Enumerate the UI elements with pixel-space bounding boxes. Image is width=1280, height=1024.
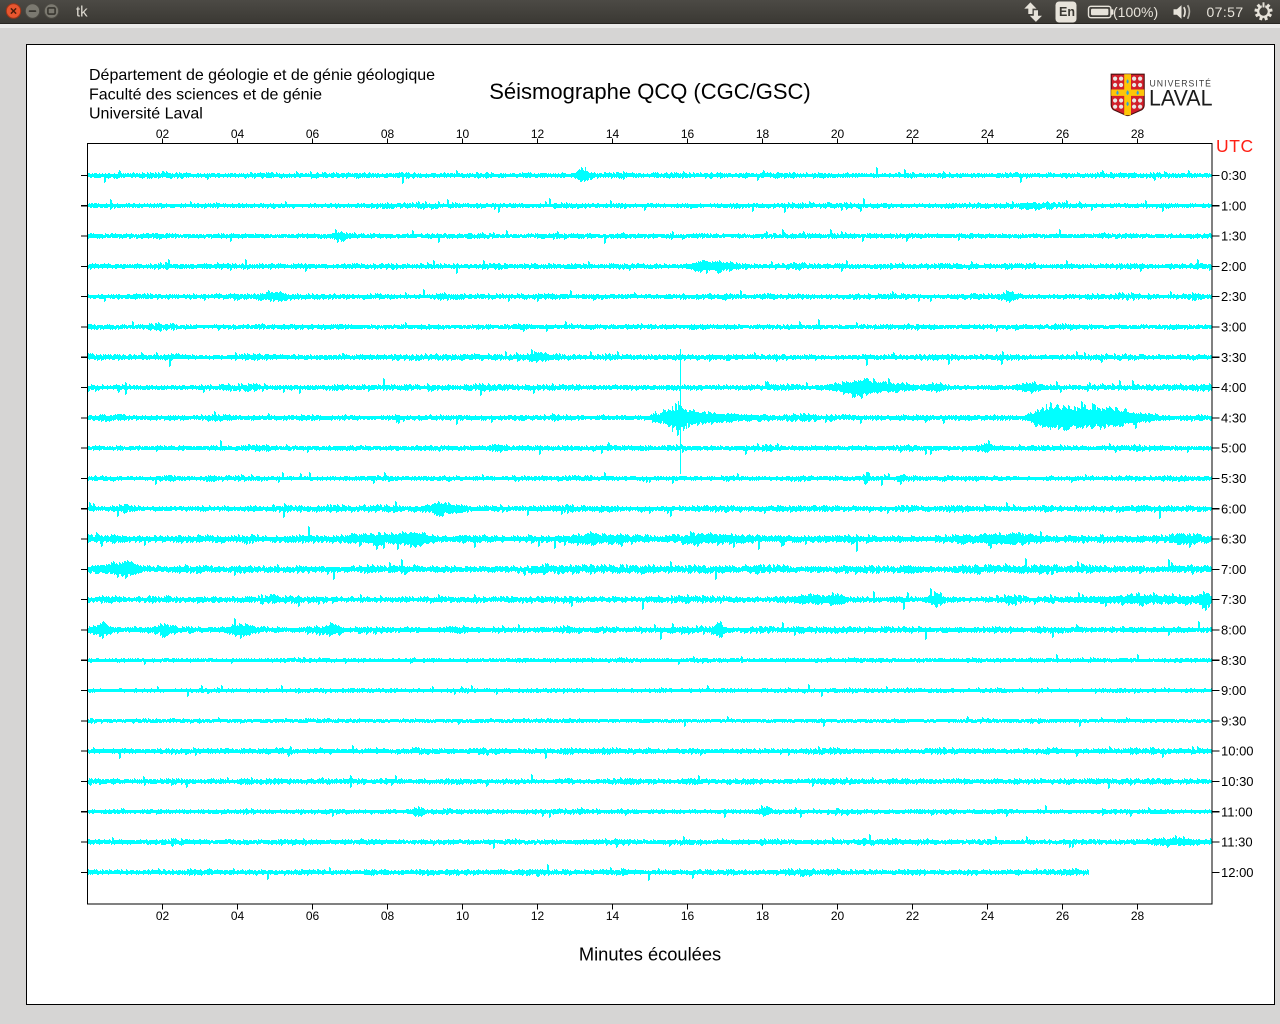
svg-text:26: 26 <box>1056 909 1070 923</box>
svg-text:Université Laval: Université Laval <box>89 106 203 123</box>
svg-text:Faculté des sciences et de gén: Faculté des sciences et de génie <box>89 87 322 104</box>
svg-text:28: 28 <box>1131 127 1145 141</box>
svg-text:3:00: 3:00 <box>1221 320 1246 335</box>
svg-text:12: 12 <box>531 127 545 141</box>
svg-text:16: 16 <box>681 127 695 141</box>
svg-text:4:30: 4:30 <box>1221 410 1246 425</box>
svg-text:12: 12 <box>531 909 545 923</box>
svg-text:8:00: 8:00 <box>1221 623 1246 638</box>
svg-text:04: 04 <box>231 127 245 141</box>
svg-text:10: 10 <box>456 909 470 923</box>
svg-text:2:00: 2:00 <box>1221 259 1246 274</box>
svg-text:6:00: 6:00 <box>1221 501 1246 516</box>
svg-text:2:30: 2:30 <box>1221 289 1246 304</box>
svg-text:02: 02 <box>156 909 170 923</box>
svg-text:24: 24 <box>981 127 995 141</box>
svg-text:14: 14 <box>606 127 620 141</box>
svg-text:20: 20 <box>831 909 845 923</box>
svg-text:Minutes écoulées: Minutes écoulées <box>579 943 721 964</box>
svg-text:12:00: 12:00 <box>1221 865 1254 880</box>
svg-text:08: 08 <box>381 127 395 141</box>
svg-text:22: 22 <box>906 909 920 923</box>
svg-text:8:30: 8:30 <box>1221 653 1246 668</box>
svg-text:LAVAL: LAVAL <box>1149 86 1213 111</box>
svg-text:7:00: 7:00 <box>1221 562 1246 577</box>
svg-text:1:30: 1:30 <box>1221 229 1246 244</box>
svg-text:18: 18 <box>756 909 770 923</box>
svg-text:9:30: 9:30 <box>1221 713 1246 728</box>
svg-text:08: 08 <box>381 909 395 923</box>
svg-text:7:30: 7:30 <box>1221 592 1246 607</box>
svg-text:14: 14 <box>606 909 620 923</box>
svg-text:06: 06 <box>306 909 320 923</box>
svg-text:10: 10 <box>456 127 470 141</box>
svg-text:10:00: 10:00 <box>1221 744 1254 759</box>
svg-text:4:00: 4:00 <box>1221 380 1246 395</box>
svg-text:5:30: 5:30 <box>1221 471 1246 486</box>
svg-text:6:30: 6:30 <box>1221 532 1246 547</box>
svg-text:28: 28 <box>1131 909 1145 923</box>
svg-text:0:30: 0:30 <box>1221 168 1246 183</box>
svg-text:18: 18 <box>756 127 770 141</box>
svg-text:9:00: 9:00 <box>1221 683 1246 698</box>
svg-text:1:00: 1:00 <box>1221 198 1246 213</box>
svg-text:UTC: UTC <box>1216 136 1254 156</box>
svg-text:04: 04 <box>231 909 245 923</box>
svg-text:11:00: 11:00 <box>1221 804 1253 819</box>
svg-text:26: 26 <box>1056 127 1070 141</box>
svg-text:16: 16 <box>681 909 695 923</box>
svg-text:06: 06 <box>306 127 320 141</box>
svg-text:02: 02 <box>156 127 170 141</box>
svg-text:Séismographe QCQ (CGC/GSC): Séismographe QCQ (CGC/GSC) <box>489 79 811 104</box>
svg-text:10:30: 10:30 <box>1221 774 1254 789</box>
svg-text:20: 20 <box>831 127 845 141</box>
svg-text:22: 22 <box>906 127 920 141</box>
svg-text:Département de géologie et de: Département de géologie et de génie géol… <box>89 67 435 84</box>
svg-text:3:30: 3:30 <box>1221 350 1246 365</box>
svg-text:5:00: 5:00 <box>1221 441 1246 456</box>
svg-text:24: 24 <box>981 909 995 923</box>
svg-text:11:30: 11:30 <box>1221 835 1253 850</box>
